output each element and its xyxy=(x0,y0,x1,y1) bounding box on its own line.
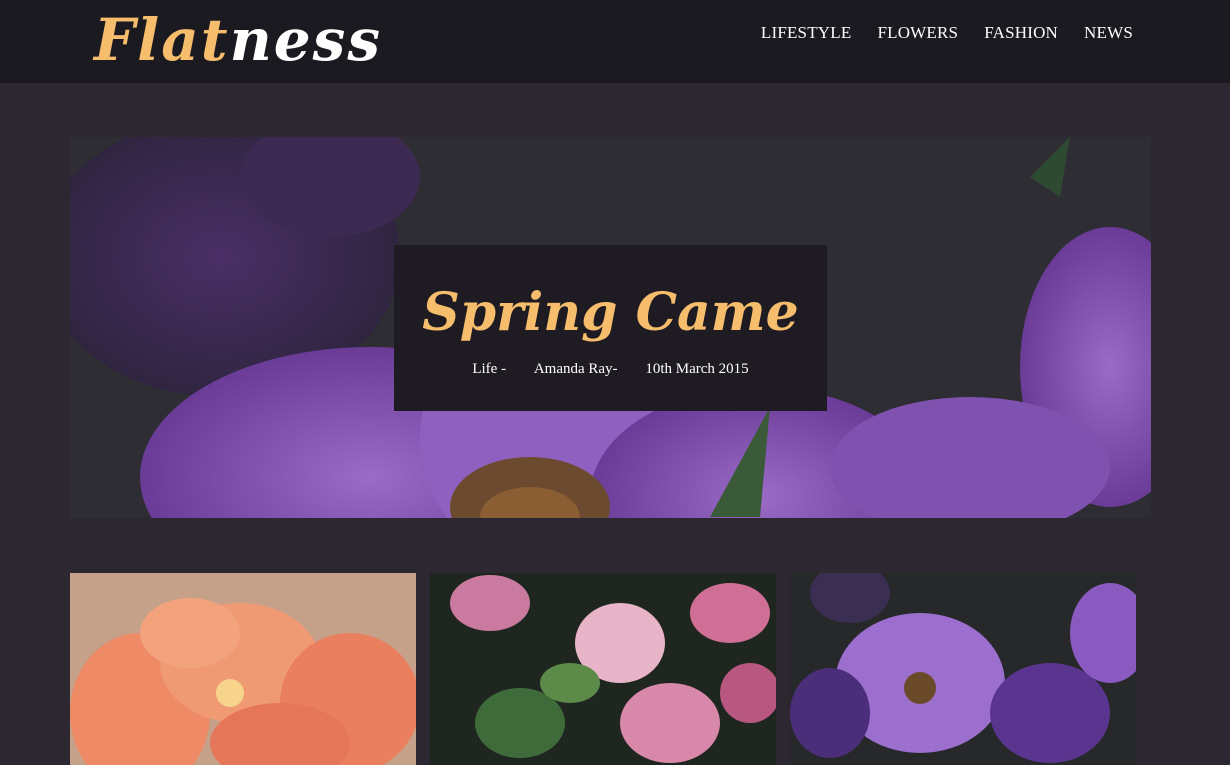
post-card-3[interactable] xyxy=(790,573,1136,765)
hero-title[interactable]: Spring Came xyxy=(394,283,827,343)
post-card-2[interactable] xyxy=(430,573,776,765)
post-card-1[interactable] xyxy=(70,573,416,765)
hero-meta: Life - Amanda Ray- 10th March 2015 xyxy=(394,361,827,378)
nav-item-lifestyle[interactable]: LIFESTYLE xyxy=(761,23,852,43)
logo-text-ness: ness xyxy=(229,6,382,74)
purple-petunia-image xyxy=(790,573,1136,765)
top-navigation-bar: Flatness LIFESTYLE FLOWERS FASHION NEWS xyxy=(0,0,1230,83)
main-nav: LIFESTYLE FLOWERS FASHION NEWS xyxy=(761,23,1133,43)
hero-caption-box: Spring Came Life - Amanda Ray- 10th Marc… xyxy=(394,245,827,411)
post-author[interactable]: Amanda Ray- xyxy=(534,361,618,377)
orange-lily-image xyxy=(70,573,416,765)
pink-blossom-image xyxy=(430,573,776,765)
nav-item-news[interactable]: NEWS xyxy=(1084,23,1133,43)
nav-item-fashion[interactable]: FASHION xyxy=(984,23,1058,43)
post-date: 10th March 2015 xyxy=(645,361,749,377)
featured-post-banner[interactable]: Spring Came Life - Amanda Ray- 10th Marc… xyxy=(70,137,1151,518)
site-logo[interactable]: Flatness xyxy=(94,2,382,78)
post-category[interactable]: Life - xyxy=(472,361,506,377)
logo-text-flat: Flat xyxy=(94,6,230,74)
nav-item-flowers[interactable]: FLOWERS xyxy=(877,23,958,43)
